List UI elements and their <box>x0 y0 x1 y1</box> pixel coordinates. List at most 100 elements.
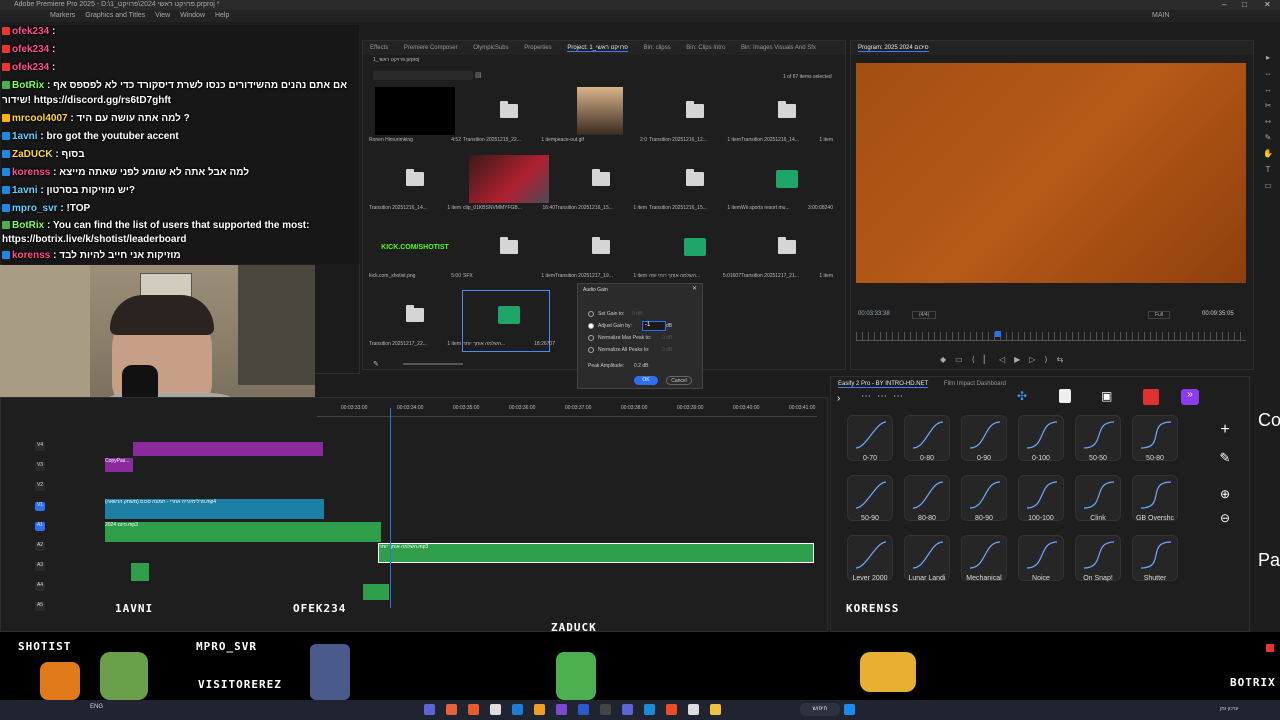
zoom-in-icon[interactable]: ⊕ <box>1216 485 1234 503</box>
set-gain-value[interactable]: 0 dB <box>632 311 642 317</box>
bin-item[interactable]: SFX 1 item <box>463 223 555 287</box>
title-clip[interactable]: CopyPas... <box>105 458 133 472</box>
bin-item[interactable]: Wii sports resort mu... 3:00:08240 <box>741 155 833 219</box>
tab-properties[interactable]: Properties <box>524 45 551 51</box>
menu-graphics[interactable]: Graphics and Titles <box>85 12 145 19</box>
delete-icon[interactable] <box>1143 389 1159 405</box>
audition-icon[interactable] <box>578 704 589 715</box>
language-indicator[interactable]: ENG <box>90 704 103 710</box>
track-label[interactable]: V2 <box>35 482 45 491</box>
maximize-button[interactable]: □ <box>1242 0 1247 10</box>
app-icon[interactable] <box>688 704 699 715</box>
playhead-marker[interactable] <box>995 331 1001 337</box>
settings-icon[interactable]: ✣ <box>1017 389 1031 403</box>
chevron-right-icon[interactable]: › <box>837 393 840 404</box>
tab-film-impact[interactable]: Film Impact Dashboard <box>944 381 1006 387</box>
minimize-button[interactable]: – <box>1222 0 1226 10</box>
audio-clip-b[interactable]: השלמה אותך יותר.mp3 <box>378 543 814 563</box>
set-gain-radio[interactable] <box>588 311 594 317</box>
video-clip[interactable]: פרלימינריה אחרי - תמונה סכום (משחק הרשאה… <box>105 499 324 519</box>
graphic-clip[interactable] <box>133 442 323 456</box>
menu-window[interactable]: Window <box>180 12 205 19</box>
chrome-icon[interactable] <box>490 704 501 715</box>
bin-item[interactable]: Transition 20251216_15... 1 item <box>649 155 741 219</box>
normalize-all-value[interactable]: 0 dB <box>662 347 672 353</box>
audio-clip-c[interactable] <box>131 563 149 581</box>
bin-item[interactable]: Transition 20251217_19... 1 item <box>555 223 647 287</box>
audio-clip-d[interactable] <box>363 584 389 600</box>
bin-item[interactable]: KICK.COM/SHOTIST kick.com_shotist.png 5:00 <box>369 223 461 287</box>
brave-icon[interactable] <box>666 704 677 715</box>
edit-icon[interactable]: ✎ <box>1216 449 1234 467</box>
program-scrubber[interactable] <box>856 332 1246 341</box>
app-icon[interactable] <box>534 704 545 715</box>
zoom-out-icon[interactable]: ⊖ <box>1216 509 1234 527</box>
copy-icon[interactable] <box>1059 389 1071 403</box>
ok-button[interactable]: OK <box>634 376 658 385</box>
audio-clip-a[interactable]: 2024 סיום.mp3 <box>105 522 381 542</box>
search-box[interactable]: חיפוש <box>800 703 840 716</box>
quality-dropdown[interactable]: Full <box>1148 311 1171 319</box>
track-label[interactable]: V1 <box>35 502 45 511</box>
tools-strip[interactable]: ▸ ⇔ ↔ ✂ ⇿ ✎ ✋ T ▭ <box>1262 50 1274 210</box>
menu-help[interactable]: Help <box>215 12 229 19</box>
timeline-ruler[interactable]: 00:03:33:00 00:03:34:00 00:03:35:00 00:03:3… <box>317 402 817 417</box>
bin-item[interactable]: Transition 20251217_22... 1 item <box>369 291 461 355</box>
bin-item[interactable]: Transition 20251216_14... 1 item <box>369 155 461 219</box>
workspace-label[interactable]: MAIN <box>1152 10 1170 22</box>
tab-bin-clipss[interactable]: Bin: clipss <box>644 45 671 51</box>
bin-item[interactable]: השלמה אותך רותי ופה... 5:01607 <box>649 223 741 287</box>
plus-icon[interactable]: + <box>1216 421 1234 439</box>
dialog-close-icon[interactable]: ✕ <box>692 285 697 292</box>
fit-dropdown[interactable]: (4/4) <box>912 311 937 319</box>
cancel-button[interactable]: Cancel <box>666 376 692 385</box>
timeline-playhead[interactable] <box>390 408 391 608</box>
track-label[interactable]: V4 <box>35 442 45 451</box>
track-label[interactable]: V3 <box>35 462 45 471</box>
adjust-gain-radio[interactable] <box>588 323 594 329</box>
premiere-icon[interactable] <box>556 704 567 715</box>
tab-easify[interactable]: Easify 2 Pro - BY INTRO-HD.NET <box>838 381 929 388</box>
bin-item[interactable]: Transition 20251216_15... 1 item <box>555 155 647 219</box>
normalize-all-radio[interactable] <box>588 347 594 353</box>
normalize-max-radio[interactable] <box>588 335 594 341</box>
track-label[interactable]: A1 <box>35 522 45 531</box>
bin-item[interactable]: Ronen Himurimking 4:52 <box>369 87 461 151</box>
bin-item[interactable]: Transition 20251215_22... 1 item <box>463 87 555 151</box>
track-label[interactable]: A2 <box>35 542 45 551</box>
track-label[interactable]: A5 <box>35 602 45 611</box>
paste-icon[interactable]: ▣ <box>1101 389 1115 403</box>
tab-olympicsubs[interactable]: OlympicSubs <box>473 45 508 51</box>
discord-icon[interactable] <box>424 704 435 715</box>
normalize-max-value[interactable]: 0 dB <box>662 335 672 341</box>
easing-presets-icon[interactable]: ⋯⋯⋯ <box>861 391 909 402</box>
app-icon[interactable] <box>468 704 479 715</box>
track-label[interactable]: A4 <box>35 582 45 591</box>
steam-icon[interactable] <box>644 704 655 715</box>
explorer-icon[interactable] <box>710 704 721 715</box>
bin-item[interactable]: השלמה אותך יותר... 18:26707 <box>462 290 555 352</box>
track-label[interactable]: A3 <box>35 562 45 571</box>
tab-effects[interactable]: Effects <box>370 45 388 51</box>
menu-view[interactable]: View <box>155 12 170 19</box>
close-button[interactable]: ✕ <box>1264 0 1271 10</box>
new-bin-icon[interactable]: ▤ <box>475 71 482 79</box>
adjust-gain-input[interactable]: -1 <box>642 321 666 331</box>
app-icon[interactable] <box>622 704 633 715</box>
transport-controls[interactable]: ◆▭⟨▏◁▶▷⟩⇆ <box>940 355 1072 364</box>
bin-item[interactable]: clip_01KBSNVMMYFGB... 16:40 <box>463 155 555 219</box>
bin-item[interactable]: Transition 20251217_21... 1 item <box>741 223 833 287</box>
zoom-slider[interactable] <box>403 363 463 365</box>
bin-item[interactable]: Transition 20251216_14... 1 item <box>741 87 833 151</box>
forward-icon[interactable]: » <box>1181 389 1199 405</box>
tab-bin-images[interactable]: Bin: Images Visuals And Sfx <box>741 45 816 51</box>
program-timecode-left[interactable]: 00:03:33:38 <box>858 311 890 317</box>
app-icon[interactable] <box>600 704 611 715</box>
program-title[interactable]: Program: 2025 2024 סיכום <box>858 45 929 52</box>
menu-markers[interactable]: Markers <box>50 12 75 19</box>
project-search-input[interactable] <box>373 71 473 80</box>
tab-premiere-composer[interactable]: Premiere Composer <box>404 45 458 51</box>
app-icon[interactable] <box>446 704 457 715</box>
tab-project[interactable]: Project: 1_פרויקט ראשי <box>567 45 628 52</box>
bin-item[interactable]: peace-out.gif 2:0 <box>555 87 647 151</box>
